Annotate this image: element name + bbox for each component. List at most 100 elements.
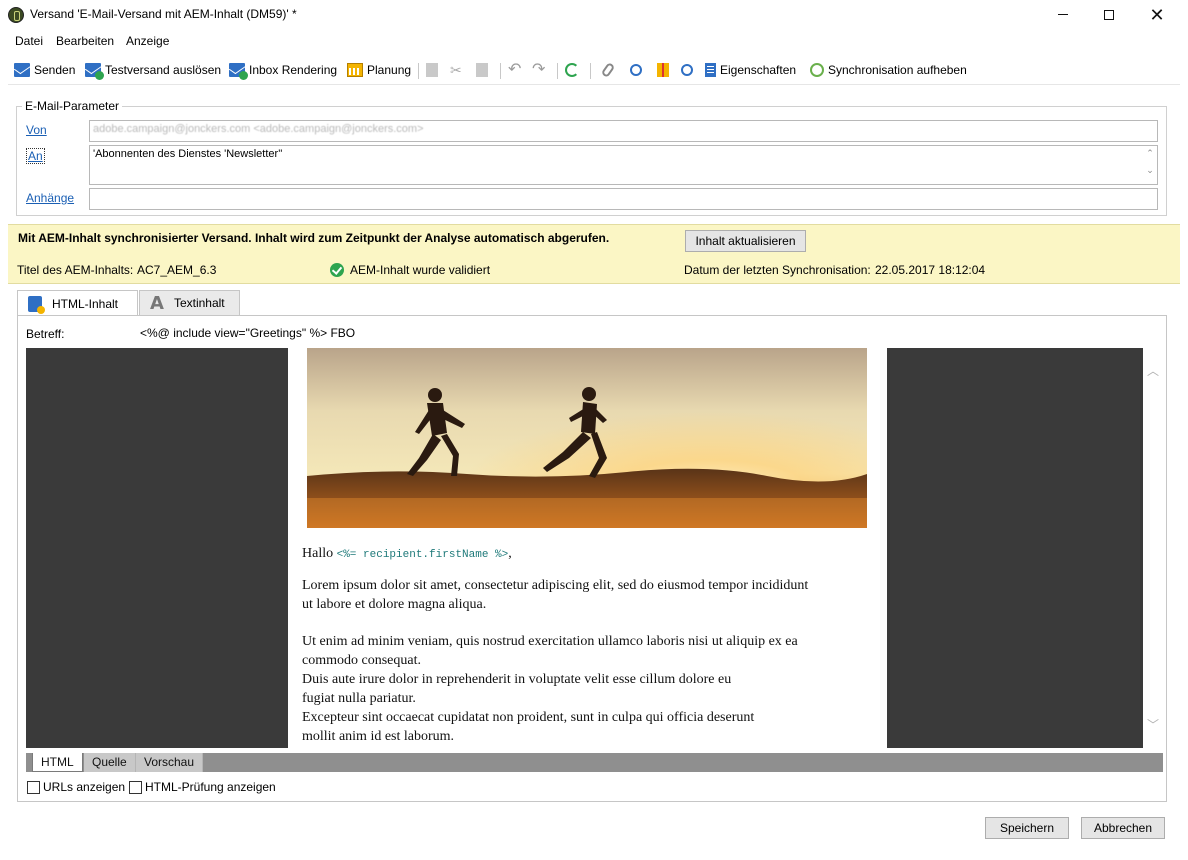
tab-html-content-label: HTML-Inhalt	[52, 296, 119, 311]
aem-title-value: AC7_AEM_6.3	[137, 263, 217, 277]
hero-image-runners	[307, 348, 867, 528]
offer-button[interactable]	[657, 61, 673, 79]
email-paragraph-line: mollit anim id est laborum.	[302, 729, 455, 744]
menu-anzeige[interactable]: Anzeige	[126, 34, 169, 48]
cancel-button[interactable]: Abbrechen	[1081, 817, 1165, 839]
scroll-down-icon[interactable]: ﹀	[1144, 716, 1162, 733]
unsync-button[interactable]: Synchronisation aufheben	[810, 61, 967, 79]
link-button[interactable]	[630, 61, 646, 79]
properties-button[interactable]: Eigenschaften	[705, 61, 796, 79]
text-content-icon: A	[150, 292, 164, 314]
envelope-icon	[14, 63, 30, 77]
check-circle-icon	[330, 263, 344, 277]
to-value: 'Abonnenten des Dienstes 'Newsletter''	[93, 148, 283, 160]
inbox-rendering-button[interactable]: Inbox Rendering	[229, 61, 337, 80]
send-button[interactable]: Senden	[14, 61, 75, 79]
editor-view-tabs: HTML Quelle Vorschau	[26, 753, 1163, 772]
attachments-field[interactable]	[89, 188, 1158, 210]
show-urls-option[interactable]: URLs anzeigen	[27, 780, 125, 794]
refresh-icon	[565, 63, 579, 77]
personalization-button[interactable]	[681, 61, 697, 79]
email-greeting: Hallo <%= recipient.firstName %>,	[302, 544, 512, 565]
preview-scrollbar[interactable]: ︿ ﹀	[1144, 348, 1162, 748]
calendar-icon	[347, 63, 363, 77]
tab-source[interactable]: Quelle	[84, 753, 136, 772]
cut-button[interactable]: ✂	[450, 61, 470, 79]
clipboard-icon	[476, 63, 488, 77]
paste-button[interactable]	[476, 61, 492, 79]
subject-value[interactable]: <%@ include view="Greetings" %> FBO	[140, 326, 355, 340]
aem-sync-panel: Mit AEM-Inhalt synchronisierter Versand.…	[8, 224, 1180, 284]
from-link[interactable]: Von	[26, 123, 47, 137]
scroll-down-icon[interactable]: ⌄	[1143, 165, 1157, 176]
attachments-link[interactable]: Anhänge	[26, 191, 74, 205]
html-content-icon	[28, 295, 45, 314]
from-field[interactable]: adobe.campaign@jonckers.com <adobe.campa…	[89, 120, 1158, 142]
email-params-legend: E-Mail-Parameter	[22, 99, 123, 113]
aem-validated-status: AEM-Inhalt wurde validiert	[330, 263, 490, 277]
unsync-label: Synchronisation aufheben	[828, 63, 967, 77]
email-paragraph-line: ut labore et dolore magna aliqua.	[302, 597, 487, 612]
email-paragraph-line: Lorem ipsum dolor sit amet, consectetur …	[302, 578, 809, 593]
undo-icon: ↶	[508, 61, 522, 78]
to-field-scrollbar[interactable]: ⌃ ⌄	[1143, 146, 1157, 184]
title-bar: Versand 'E-Mail-Versand mit AEM-Inhalt (…	[0, 0, 1188, 30]
aem-sync-message: Mit AEM-Inhalt synchronisierter Versand.…	[18, 231, 610, 245]
show-html-check-option[interactable]: HTML-Prüfung anzeigen	[129, 780, 276, 794]
show-urls-label: URLs anzeigen	[43, 780, 126, 794]
menu-bearbeiten[interactable]: Bearbeiten	[56, 34, 114, 48]
menu-datei[interactable]: Datei	[15, 34, 43, 48]
envelope-check-icon	[229, 63, 248, 80]
tab-text-content-label: Textinhalt	[173, 296, 225, 310]
show-urls-checkbox[interactable]	[27, 780, 40, 794]
greeting-personalization-tag: <%= recipient.firstName %>	[336, 549, 509, 561]
undo-button[interactable]: ↶	[508, 61, 521, 79]
to-link[interactable]: An	[26, 148, 45, 164]
gift-icon	[657, 63, 669, 77]
save-button[interactable]: Speichern	[985, 817, 1069, 839]
envelope-check-icon	[85, 63, 104, 80]
show-html-check-checkbox[interactable]	[129, 780, 142, 794]
show-html-check-label: HTML-Prüfung anzeigen	[145, 780, 276, 794]
personalize-icon	[681, 64, 693, 76]
redo-button[interactable]: ↷	[532, 61, 545, 79]
planning-button[interactable]: Planung	[347, 61, 411, 79]
refresh-content-button[interactable]: Inhalt aktualisieren	[685, 230, 806, 252]
last-sync-label: Datum der letzten Synchronisation:	[684, 263, 871, 277]
planning-label: Planung	[367, 63, 412, 77]
attachment-button[interactable]	[600, 61, 616, 79]
to-field[interactable]: 'Abonnenten des Dienstes 'Newsletter'' ⌃…	[89, 145, 1158, 185]
test-send-button[interactable]: Testversand auslösen	[85, 61, 222, 80]
tab-html-content[interactable]: HTML-Inhalt	[17, 290, 138, 316]
scroll-up-icon[interactable]: ⌃	[1143, 148, 1157, 159]
tab-preview[interactable]: Vorschau	[136, 753, 204, 772]
greeting-word: Hallo	[302, 546, 334, 561]
close-button[interactable]: ✕	[1134, 0, 1180, 30]
toolbar-separator	[557, 63, 558, 79]
copy-button[interactable]	[426, 61, 442, 79]
menu-bar: Datei Bearbeiten Anzeige	[8, 31, 1180, 51]
subject-label: Betreff:	[26, 327, 65, 341]
properties-label: Eigenschaften	[720, 63, 797, 77]
app-icon	[8, 7, 24, 23]
scissors-icon: ✂	[450, 62, 462, 78]
tab-text-content[interactable]: A Textinhalt	[139, 290, 240, 315]
maximize-button[interactable]	[1086, 0, 1132, 30]
toolbar-separator	[590, 63, 591, 79]
from-value: adobe.campaign@jonckers.com <adobe.campa…	[93, 123, 424, 135]
toolbar-separator	[500, 63, 501, 79]
test-send-label: Testversand auslösen	[105, 63, 222, 77]
send-label: Senden	[34, 63, 76, 77]
refresh-button[interactable]	[565, 61, 583, 79]
preview-margin-left	[26, 348, 288, 748]
paperclip-icon	[600, 61, 616, 79]
scroll-up-icon[interactable]: ︿	[1144, 362, 1162, 379]
sync-icon	[810, 63, 824, 77]
minimize-button[interactable]	[1040, 0, 1086, 30]
toolbar: Senden Testversand auslösen Inbox Render…	[8, 55, 1180, 85]
email-paragraph-line: commodo consequat.	[302, 653, 421, 668]
email-paragraph-line: fugiat nulla pariatur.	[302, 691, 416, 706]
redo-icon: ↷	[532, 61, 546, 78]
window-title: Versand 'E-Mail-Versand mit AEM-Inhalt (…	[30, 7, 297, 21]
tab-html-editor[interactable]: HTML	[32, 753, 83, 772]
